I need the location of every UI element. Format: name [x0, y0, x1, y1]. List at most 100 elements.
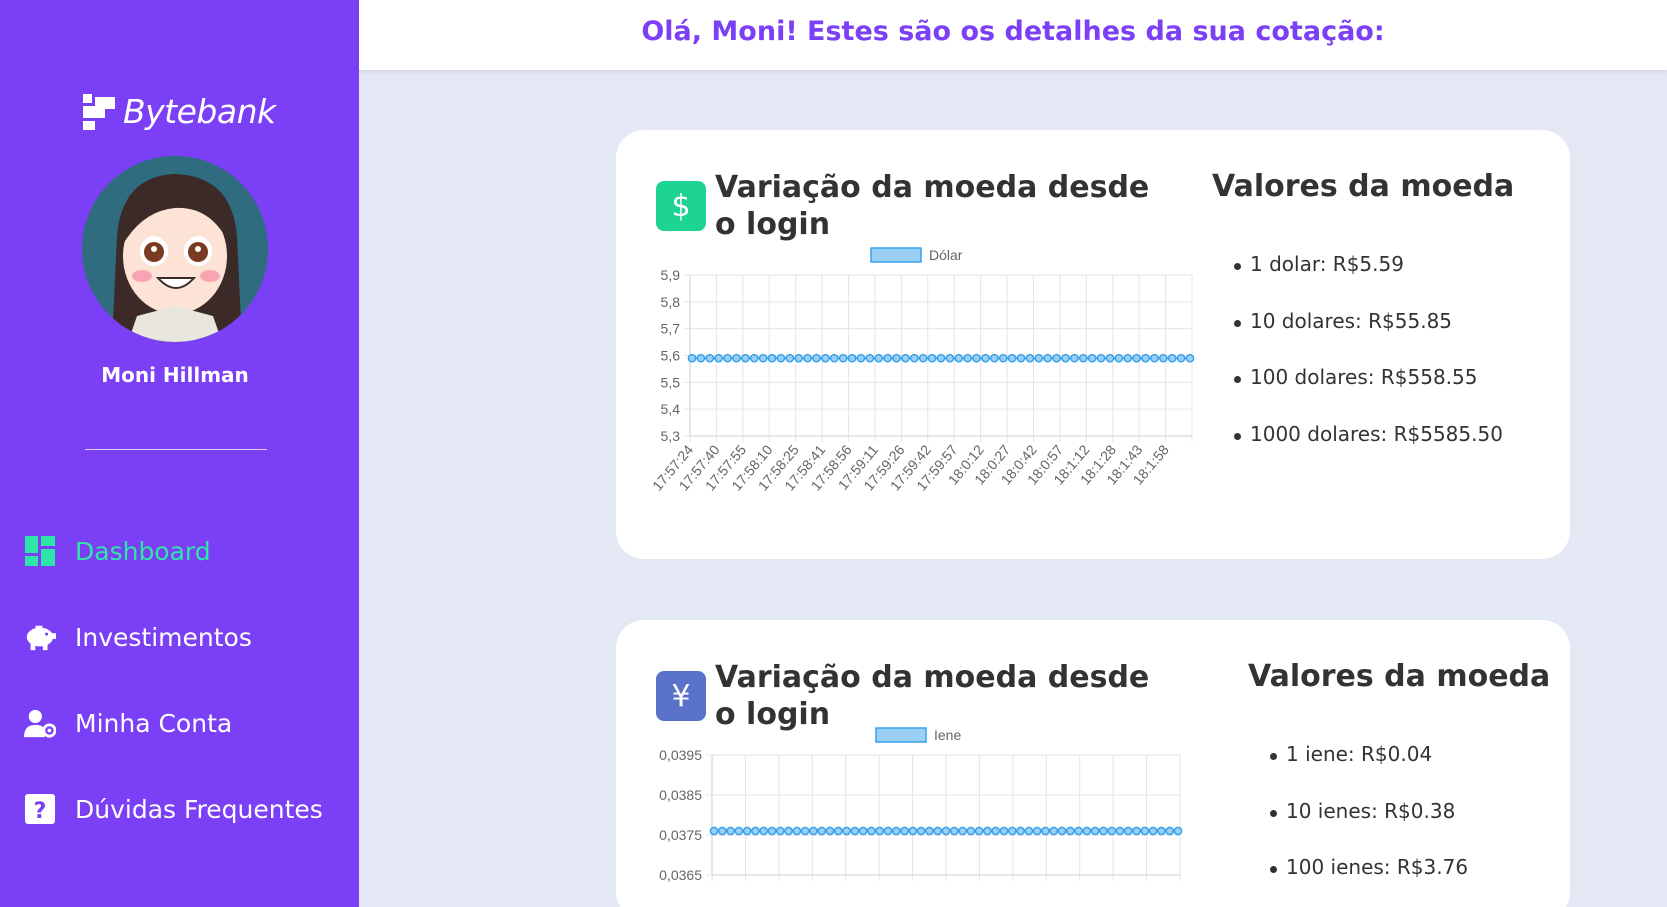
data-point	[901, 353, 910, 363]
sidebar-item-minha-conta[interactable]: Minha Conta	[24, 707, 232, 739]
sidebar-item-label: Dúvidas Frequentes	[75, 794, 323, 824]
data-point	[945, 353, 955, 363]
y-tick-label: 5,3	[661, 428, 681, 444]
top-header: Olá, Moni! Estes são os detalhes da sua …	[359, 0, 1667, 70]
data-point	[821, 353, 830, 363]
yen-line-chart: Iene 0,0395 0,0385 0,0375 0,0365	[659, 727, 1183, 883]
data-point	[784, 826, 793, 836]
sidebar-item-label: Investimentos	[75, 622, 252, 652]
sidebar-item-investimentos[interactable]: Investimentos	[24, 621, 252, 653]
data-point	[1016, 353, 1026, 363]
data-point	[875, 826, 885, 836]
sidebar: Bytebank Moni Hillman Dashboard Investim…	[0, 0, 359, 907]
data-point	[1150, 353, 1159, 363]
sidebar-item-duvidas-frequentes[interactable]: ? Dúvidas Frequentes	[24, 793, 323, 825]
data-point	[908, 826, 918, 836]
y-tick-label: 5,4	[661, 401, 681, 417]
data-point	[803, 353, 812, 363]
data-point	[1024, 826, 1034, 836]
data-point	[954, 353, 964, 363]
data-point	[1034, 353, 1044, 363]
legend-label: Iene	[934, 727, 961, 743]
data-point	[990, 353, 999, 363]
data-point	[936, 353, 946, 363]
bytebank-logo[interactable]: Bytebank	[83, 92, 276, 131]
data-point	[847, 353, 857, 363]
data-point	[1090, 826, 1100, 836]
y-tick-label: 5,6	[661, 348, 681, 364]
data-point	[1185, 353, 1195, 363]
data-point	[767, 826, 777, 836]
data-point	[1158, 353, 1168, 363]
data-point	[825, 826, 835, 836]
data-point	[829, 353, 839, 363]
sidebar-item-label: Minha Conta	[75, 708, 233, 738]
data-point	[1176, 353, 1186, 363]
bytebank-logo-icon	[83, 93, 117, 130]
data-point	[874, 353, 884, 363]
data-point	[1061, 353, 1070, 363]
data-point	[794, 353, 804, 363]
data-point	[1025, 353, 1035, 363]
data-point	[1140, 826, 1150, 836]
data-point	[732, 353, 741, 363]
data-point	[1087, 353, 1097, 363]
sidebar-item-dashboard[interactable]: Dashboard	[24, 535, 211, 567]
data-point	[759, 826, 769, 836]
data-point	[1105, 353, 1115, 363]
piggy-bank-icon	[24, 621, 56, 653]
data-point	[817, 826, 827, 836]
data-point	[838, 353, 848, 363]
sidebar-divider	[85, 449, 267, 450]
data-point	[1052, 353, 1061, 363]
data-point	[850, 826, 860, 836]
data-point	[858, 826, 868, 836]
avatar[interactable]	[82, 156, 268, 342]
data-point	[1057, 826, 1067, 836]
data-point	[1123, 826, 1133, 836]
data-point	[751, 826, 760, 836]
data-point	[1132, 353, 1141, 363]
data-point	[883, 826, 893, 836]
brand-name: Bytebank	[123, 92, 276, 131]
data-point	[726, 826, 735, 836]
data-point	[809, 826, 818, 836]
y-tick-label: 5,7	[661, 321, 681, 337]
data-point	[1041, 826, 1050, 836]
data-point	[925, 826, 934, 836]
data-point	[696, 353, 706, 363]
data-point	[981, 353, 990, 363]
data-point	[1099, 826, 1108, 836]
chart-legend: Dólar	[870, 247, 963, 263]
data-point	[1148, 826, 1158, 836]
data-point	[1074, 826, 1083, 836]
data-point	[749, 353, 759, 363]
data-point	[974, 826, 984, 836]
dollar-line-chart: Dólar5,95,85,75,65,55,45,317:57:2417:57:…	[649, 247, 1195, 494]
data-point	[865, 353, 875, 363]
data-point	[758, 353, 768, 363]
legend-swatch	[875, 727, 927, 743]
currency-card-dollar: $ Variação da moeda desde o login Valore…	[616, 130, 1570, 559]
y-tick-label: 0,0395	[659, 747, 702, 763]
data-point	[998, 353, 1008, 363]
data-point	[892, 353, 901, 363]
data-point	[709, 826, 719, 836]
data-point	[883, 353, 892, 363]
data-point	[1096, 353, 1106, 363]
data-point	[916, 826, 926, 836]
data-point	[933, 826, 943, 836]
data-point	[941, 826, 951, 836]
data-point	[687, 353, 697, 363]
data-point	[775, 826, 785, 836]
data-point	[842, 826, 851, 836]
y-tick-label: 0,0365	[659, 867, 702, 883]
data-point	[972, 353, 981, 363]
legend-swatch	[870, 247, 922, 263]
data-point	[991, 826, 1001, 836]
data-point	[1049, 826, 1059, 836]
user-name: Moni Hillman	[101, 363, 249, 387]
sidebar-item-label: Dashboard	[75, 536, 211, 566]
data-point	[800, 826, 810, 836]
data-point	[909, 353, 919, 363]
